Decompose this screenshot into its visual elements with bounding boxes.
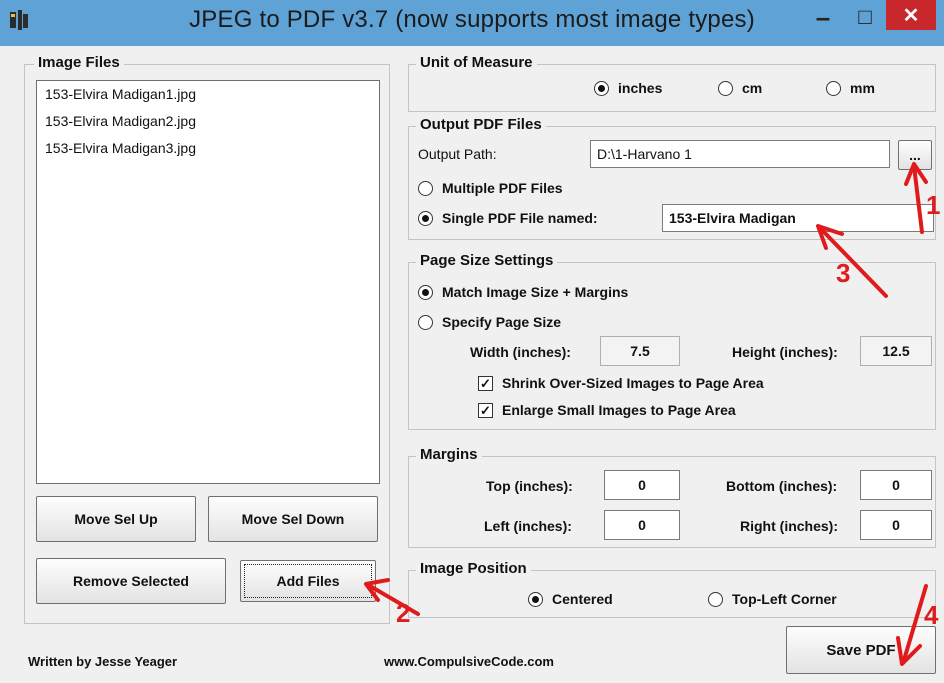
- annotation-number-2: 2: [396, 598, 411, 628]
- app-window: JPEG to PDF v3.7 (now supports most imag…: [0, 0, 944, 683]
- annotation-number-1: 1: [926, 190, 941, 220]
- annotation-arrows: [364, 162, 928, 666]
- annotation-arrow-3: [820, 228, 888, 298]
- annotation-number-4: 4: [924, 600, 939, 630]
- annotation-number-3: 3: [836, 258, 851, 288]
